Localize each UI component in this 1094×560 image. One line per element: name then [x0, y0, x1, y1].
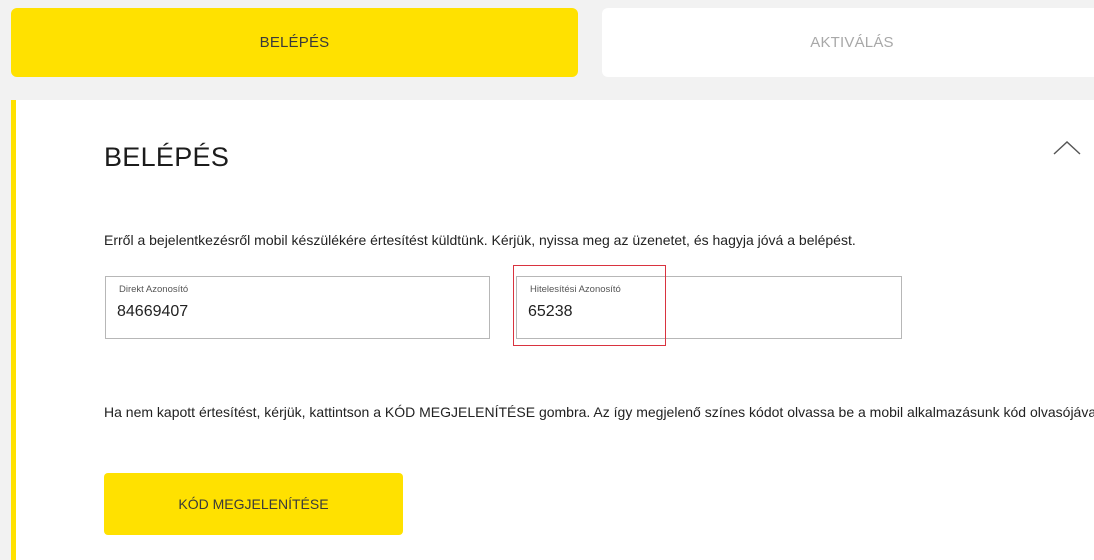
panel-title: BELÉPÉS [104, 142, 230, 172]
auth-id-label: Hitelesítési Azonosító [530, 284, 621, 295]
notification-info-text: Erről a bejelentkezésről mobil készüléké… [104, 232, 856, 248]
help-text: Ha nem kapott értesítést, kérjük, kattin… [104, 404, 1094, 420]
tab-activate[interactable]: AKTIVÁLÁS [602, 8, 1094, 77]
tab-login-label: BELÉPÉS [259, 34, 330, 51]
direkt-id-label: Direkt Azonosító [119, 284, 189, 295]
auth-id-field[interactable]: Hitelesítési Azonosító [516, 276, 902, 339]
login-panel: BELÉPÉS Erről a bejelentkezésről mobil k… [11, 100, 1094, 560]
auth-id-input[interactable] [528, 303, 828, 321]
show-code-button-label: KÓD MEGJELENÍTÉSE [178, 496, 329, 512]
chevron-up-icon[interactable] [1052, 138, 1082, 158]
tab-login[interactable]: BELÉPÉS [11, 8, 578, 77]
direkt-id-field[interactable]: Direkt Azonosító [105, 276, 490, 339]
direkt-id-input[interactable] [117, 303, 417, 321]
show-code-button[interactable]: KÓD MEGJELENÍTÉSE [104, 473, 403, 535]
tab-activate-label: AKTIVÁLÁS [810, 34, 894, 51]
